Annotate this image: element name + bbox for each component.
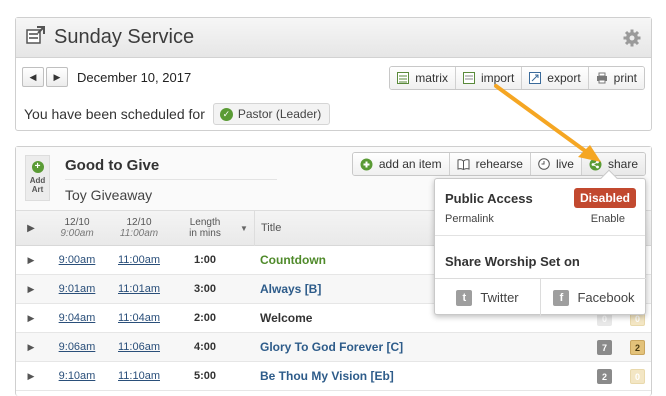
twitter-button[interactable]: t Twitter — [435, 278, 541, 316]
length-column: Length in mins — [189, 217, 221, 239]
item-title[interactable]: Welcome — [254, 311, 312, 325]
table-row[interactable]: ▶ 9:10am 11:10am 5:00 Be Thou My Vision [Eb]… — [16, 362, 651, 391]
print-icon — [596, 72, 607, 84]
time-link-2[interactable]: 11:06am — [108, 341, 170, 353]
public-access-label: Public Access — [445, 191, 533, 206]
date-bar: ◀ ▶ December 10, 2017 matrix import expo… — [22, 66, 645, 90]
plus-icon: + — [31, 161, 44, 173]
status-badge: Disabled — [573, 188, 636, 208]
add-circle-icon — [360, 158, 373, 170]
gear-icon[interactable] — [623, 29, 641, 52]
play-icon[interactable]: ▶ — [16, 284, 46, 295]
play-icon[interactable]: ▶ — [16, 255, 46, 266]
item-length: 5:00 — [193, 370, 217, 382]
book-icon — [457, 159, 470, 170]
service-icon — [26, 26, 46, 49]
item-length: 1:00 — [193, 254, 217, 266]
role-badge[interactable]: ✓ Pastor (Leader) — [212, 103, 331, 125]
add-art-button[interactable]: + Add Art — [25, 155, 50, 201]
clock-icon — [538, 158, 550, 170]
sort-down-icon[interactable]: ▼ — [240, 224, 254, 233]
share-popover: Public Access Disabled Permalink Enable … — [434, 169, 647, 316]
service-panel: Sunday Service ◀ ▶ December 10, 2017 mat… — [15, 17, 652, 131]
play-icon[interactable]: ▶ — [16, 313, 46, 324]
share-on-label: Share Worship Set on — [445, 254, 580, 269]
service-toolbar: matrix import export print — [389, 66, 645, 90]
popover-divider — [435, 235, 645, 236]
title-divider — [65, 179, 277, 180]
count-badge[interactable]: 2 — [597, 369, 612, 384]
import-button[interactable]: import — [455, 67, 523, 89]
service-title: Sunday Service — [54, 26, 195, 48]
check-icon: ✓ — [219, 107, 233, 121]
item-length: 3:00 — [193, 283, 217, 295]
permalink-label: Permalink — [445, 213, 494, 225]
add-item-button[interactable]: add an item — [352, 153, 450, 175]
play-icon[interactable]: ▶ — [16, 342, 46, 353]
print-button[interactable]: print — [588, 67, 644, 89]
plan-subtitle[interactable]: Toy Giveaway — [65, 187, 152, 203]
rehearse-button[interactable]: rehearse — [449, 153, 531, 175]
facebook-button[interactable]: f Facebook — [541, 278, 647, 316]
time-column-1: 12/10 9:00am — [60, 217, 94, 239]
service-header: Sunday Service — [16, 18, 651, 58]
time-link-1[interactable]: 9:04am — [46, 312, 108, 324]
item-length: 4:00 — [193, 341, 217, 353]
export-button[interactable]: export — [522, 67, 589, 89]
time-link-1[interactable]: 9:00am — [46, 254, 108, 266]
facebook-icon: f — [553, 289, 570, 306]
item-title[interactable]: Always [B] — [254, 282, 321, 296]
plan-title[interactable]: Good to Give — [65, 157, 159, 174]
service-date: December 10, 2017 — [77, 69, 192, 85]
item-title[interactable]: Countdown — [254, 253, 326, 267]
play-all-icon[interactable]: ▶ — [16, 223, 46, 234]
play-icon[interactable]: ▶ — [16, 371, 46, 382]
plan-toolbar: add an item rehearse live share — [351, 152, 646, 176]
time-link-2[interactable]: 11:00am — [108, 254, 170, 266]
count-badge[interactable]: 2 — [630, 340, 645, 355]
time-link-2[interactable]: 11:04am — [108, 312, 170, 324]
time-link-1[interactable]: 9:06am — [46, 341, 108, 353]
matrix-icon — [397, 72, 410, 84]
share-icon — [589, 158, 602, 170]
live-button[interactable]: live — [530, 153, 582, 175]
share-button[interactable]: share — [581, 153, 645, 175]
time-link-1[interactable]: 9:01am — [46, 283, 108, 295]
schedule-line: You have been scheduled for ✓ Pastor (Le… — [24, 103, 331, 125]
scheduled-text: You have been scheduled for — [24, 106, 205, 122]
item-title[interactable]: Glory To God Forever [C] — [254, 340, 403, 354]
time-link-1[interactable]: 9:10am — [46, 370, 108, 382]
previous-date-button[interactable]: ◀ — [22, 67, 44, 87]
item-title[interactable]: Be Thou My Vision [Eb] — [254, 369, 394, 383]
twitter-icon: t — [456, 289, 473, 306]
time-link-2[interactable]: 11:01am — [108, 283, 170, 295]
time-column-2: 12/10 11:00am — [119, 217, 159, 239]
count-badge[interactable]: 7 — [597, 340, 612, 355]
time-link-2[interactable]: 11:10am — [108, 370, 170, 382]
table-row[interactable]: ▶ 9:06am 11:06am 4:00 Glory To God Forever [… — [16, 333, 651, 362]
export-icon — [529, 72, 542, 84]
item-length: 2:00 — [193, 312, 217, 324]
import-icon — [462, 72, 475, 84]
count-badge[interactable]: 0 — [630, 369, 645, 384]
matrix-button[interactable]: matrix — [390, 67, 456, 89]
enable-link[interactable]: Enable — [591, 213, 625, 225]
next-date-button[interactable]: ▶ — [46, 67, 68, 87]
